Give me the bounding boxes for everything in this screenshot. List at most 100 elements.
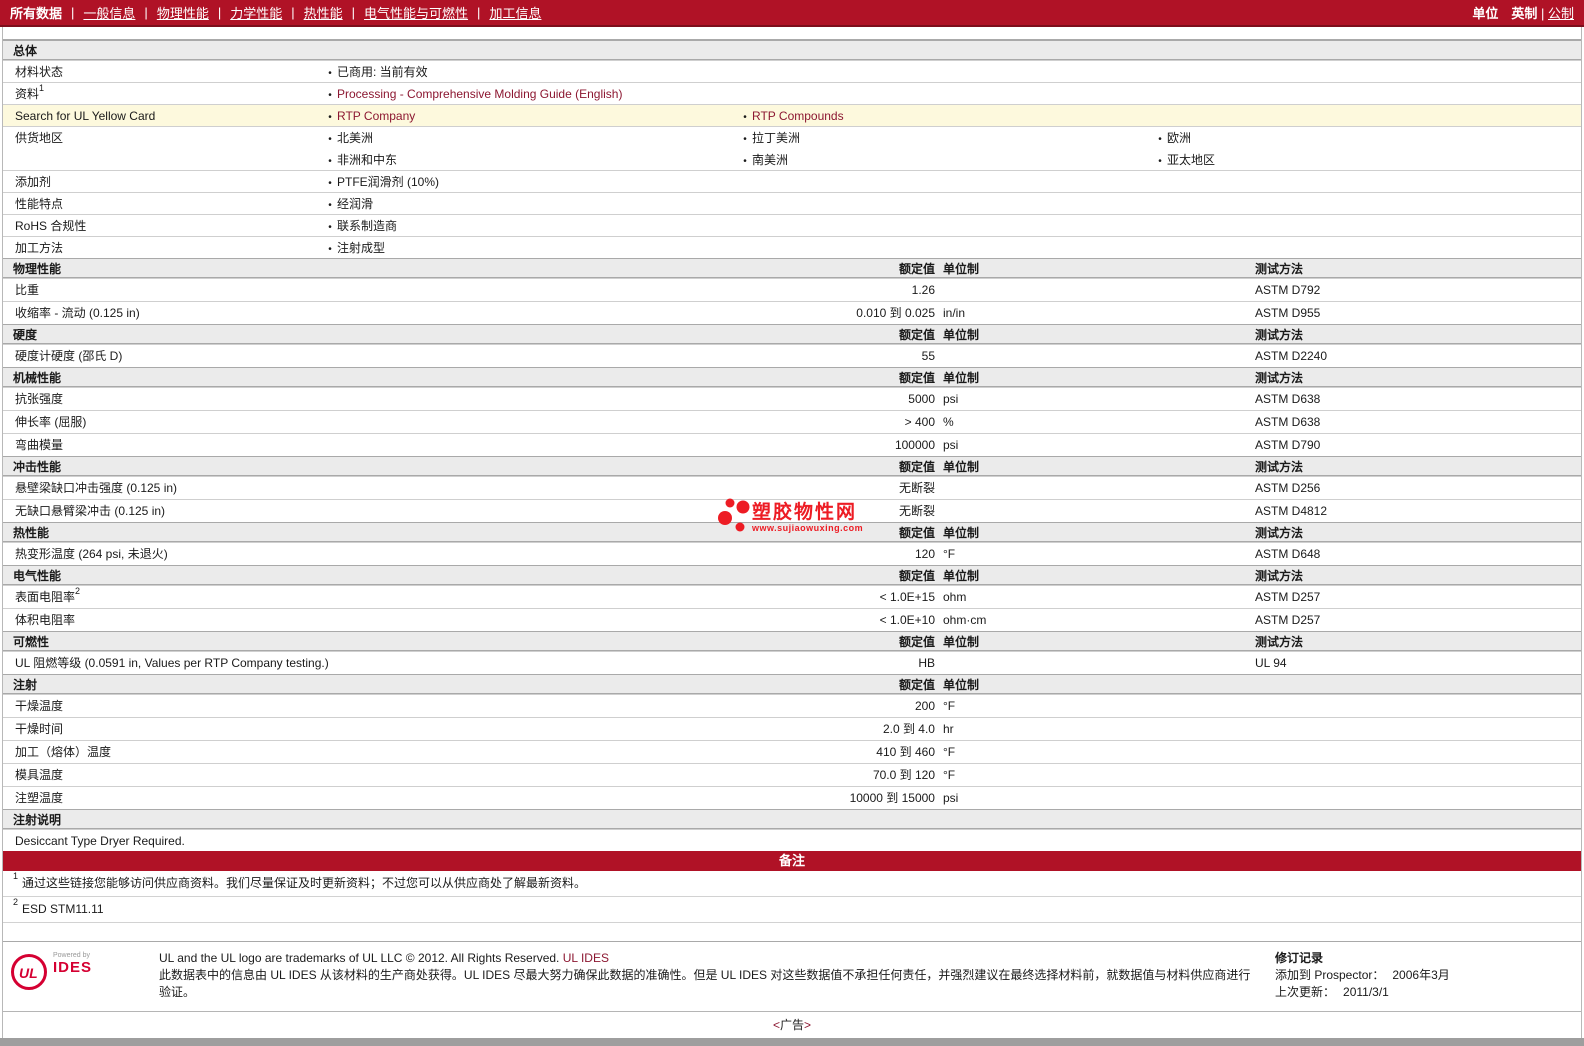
- nav-item-7[interactable]: 加工信息: [489, 3, 541, 22]
- unit-switcher: 单位 英制 | 公制: [1472, 3, 1574, 22]
- row-label: Search for UL Yellow Card: [15, 109, 156, 123]
- test-method: ASTM D257: [1255, 590, 1321, 604]
- row-label: 比重: [15, 283, 40, 297]
- table-row: 注塑温度 10000 到 15000 psi: [3, 786, 1581, 809]
- test-method: ASTM D256: [1255, 481, 1321, 495]
- revision-record: 修订记录 添加到 Prospector： 2006年3月 上次更新： 2011/3/…: [1275, 950, 1575, 1001]
- bullet-item: • 非洲和中东: [323, 149, 397, 171]
- unit-option-1[interactable]: 英制: [1511, 6, 1537, 21]
- unit: in/in: [943, 306, 966, 320]
- nav-item-1[interactable]: 所有数据: [10, 3, 62, 22]
- bullet-text: 南美洲: [752, 153, 789, 167]
- page-footer: UL Powered by IDES UL and the UL logo ar…: [3, 941, 1581, 1011]
- bullet-text: 经润滑: [337, 197, 374, 211]
- ad-bracket-open: <: [772, 1018, 780, 1032]
- bullet-icon: •: [328, 134, 332, 145]
- top-nav-bar: 所有数据 | 一般信息 | 物理性能 | 力学性能 | 热性能 | 电气性能与可燃性 | 加工信息 单位…: [0, 0, 1584, 27]
- remarks-title: 备注: [778, 853, 805, 868]
- test-method: ASTM D638: [1255, 392, 1321, 406]
- test-method: ASTM D792: [1255, 283, 1321, 297]
- section-header-5: 冲击性能 额定值 单位制 测试方法: [3, 456, 1581, 476]
- nav-separator: |: [291, 5, 295, 20]
- test-method: ASTM D638: [1255, 415, 1321, 429]
- column-header-unit-system: 单位制: [943, 371, 980, 385]
- section-title: 冲击性能: [13, 460, 62, 474]
- section-title: 热性能: [13, 526, 50, 540]
- ul-logo-icon: UL: [9, 952, 49, 995]
- column-header-rated-value: 额定值: [898, 262, 935, 276]
- table-row: 悬壁梁缺口冲击强度 (0.125 in) 无断裂 ASTM D256: [3, 476, 1581, 499]
- data-link[interactable]: RTP Company: [337, 109, 415, 123]
- column-header-unit-system: 单位制: [943, 678, 980, 692]
- bullet-column-1: • Processing - Comprehensive Molding Guid…: [323, 83, 622, 105]
- unit-option-2[interactable]: 公制: [1548, 6, 1574, 21]
- row-label: 弯曲模量: [15, 438, 64, 452]
- remarks-banner: 备注: [3, 851, 1581, 871]
- test-method: ASTM D648: [1255, 547, 1321, 561]
- row-label: 硬度计硬度 (邵氏 D): [15, 349, 123, 363]
- bullet-text: 联系制造商: [337, 219, 398, 233]
- table-row: 表面电阻率2 < 1.0E+15 ohm ASTM D257: [3, 585, 1581, 608]
- row-label: 加工方法: [15, 241, 64, 255]
- column-header-test-method: 测试方法: [1255, 328, 1304, 342]
- row-label: 伸长率 (屈服): [15, 415, 87, 429]
- data-link[interactable]: RTP Compounds: [752, 109, 844, 123]
- bullet-column-1: • 经润滑: [323, 193, 373, 215]
- rated-value: < 1.0E+10: [879, 613, 935, 627]
- row-label: UL 阻燃等级 (0.0591 in, Values per RTP Compa…: [15, 656, 329, 670]
- ul-ides-link[interactable]: UL IDES: [563, 951, 609, 965]
- bullet-text: PTFE润滑剂 (10%): [337, 175, 440, 189]
- table-row: 干燥温度 200 °F: [3, 694, 1581, 717]
- ad-link[interactable]: 广告: [780, 1018, 804, 1032]
- bullet-column-1: • 注射成型: [323, 237, 385, 259]
- nav-separator: |: [217, 5, 222, 20]
- bullet-column-1: • RTP Company: [323, 105, 415, 127]
- nav-separator: |: [477, 5, 481, 20]
- ad-slot: <广告>: [3, 1011, 1581, 1038]
- column-header-rated-value: 额定值: [898, 635, 935, 649]
- data-link[interactable]: Processing - Comprehensive Molding Guide…: [337, 87, 622, 101]
- row-label: 体积电阻率: [15, 613, 76, 627]
- unit: ohm: [943, 590, 967, 604]
- footer-disclaimer: 此数据表中的信息由 UL IDES 从该材料的生产商处获得。UL IDES 尽最…: [159, 968, 1251, 999]
- bullet-column-1: • PTFE润滑剂 (10%): [323, 171, 439, 193]
- bullet-item: • RTP Company: [323, 105, 415, 127]
- nav-item-3[interactable]: 物理性能: [157, 3, 209, 22]
- row-label: 抗张强度: [15, 392, 64, 406]
- revision-label: 添加到 Prospector：: [1275, 968, 1385, 982]
- bullet-item: • 南美洲: [738, 149, 800, 171]
- table-row: 材料状态 • 已商用: 当前有效: [3, 60, 1581, 82]
- section-title: 可燃性: [13, 635, 50, 649]
- revision-row-added: 添加到 Prospector： 2006年3月: [1275, 967, 1575, 984]
- column-header-unit-system: 单位制: [943, 635, 980, 649]
- bullet-text: 非洲和中东: [337, 153, 398, 167]
- bullet-column-1: • 已商用: 当前有效: [323, 61, 427, 83]
- row-label: 无缺口悬臂梁冲击 (0.125 in): [15, 504, 166, 518]
- rated-value: 5000: [908, 392, 935, 406]
- row-label: 性能特点: [15, 197, 64, 211]
- bullet-item: • Processing - Comprehensive Molding Guid…: [323, 83, 622, 105]
- row-label: 供货地区: [15, 131, 64, 145]
- table-row: 无缺口悬臂梁冲击 (0.125 in) 无断裂 ASTM D4812: [3, 499, 1581, 522]
- section-header-9: 注射 额定值 单位制: [3, 674, 1581, 694]
- row-label: 添加剂: [15, 175, 52, 189]
- table-row: 抗张强度 5000 psi ASTM D638: [3, 387, 1581, 410]
- nav-item-5[interactable]: 热性能: [304, 3, 343, 22]
- unit-separator: |: [1537, 6, 1548, 21]
- revision-label: 上次更新：: [1275, 985, 1336, 999]
- row-label: 表面电阻率2: [15, 586, 81, 604]
- rated-value: > 400: [904, 415, 935, 429]
- footnote-text: ESD STM11.11: [22, 902, 104, 916]
- bullet-item: • 亚太地区: [1153, 149, 1215, 171]
- test-method: ASTM D2240: [1255, 349, 1328, 363]
- column-header-unit-system: 单位制: [943, 526, 980, 540]
- column-header-test-method: 测试方法: [1255, 569, 1304, 583]
- rated-value: 10000 到 15000: [849, 791, 935, 805]
- nav-item-4[interactable]: 力学性能: [230, 3, 282, 22]
- footnotes: 1 通过这些链接您能够访问供应商资料。我们尽量保证及时更新资料；不过您可以从供应商…: [3, 871, 1581, 923]
- footnote-marker: 2: [75, 586, 81, 596]
- nav-item-2[interactable]: 一般信息: [83, 3, 135, 22]
- nav-item-6[interactable]: 电气性能与可燃性: [364, 3, 468, 22]
- unit: hr: [943, 722, 954, 736]
- footnote-number: 1: [13, 871, 19, 881]
